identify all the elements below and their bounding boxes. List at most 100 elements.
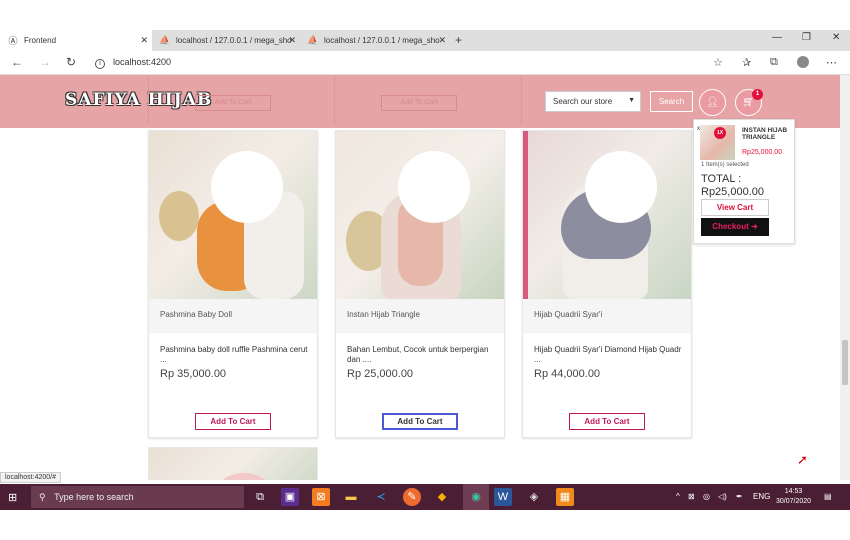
tab-title: Frontend	[24, 36, 57, 45]
collections-icon[interactable]: ⧉	[770, 56, 778, 69]
product-image[interactable]	[149, 131, 317, 299]
close-tab-icon[interactable]: ✕	[438, 35, 446, 46]
windows-start-icon[interactable]: ⊞	[8, 491, 17, 504]
phpmyadmin-icon: ⛵	[307, 35, 319, 45]
product-name[interactable]: Pashmina Baby Doll	[149, 299, 317, 333]
tray-icon[interactable]: ⊠	[688, 492, 695, 501]
minimize-icon[interactable]: —	[772, 32, 782, 43]
search-select[interactable]: Search our store ▼	[545, 91, 641, 112]
new-tab-icon[interactable]: +	[455, 33, 462, 47]
back-icon[interactable]: ←	[11, 55, 23, 69]
pen-icon[interactable]: ✒	[736, 492, 743, 501]
search-select-value: Search our store	[553, 97, 613, 106]
favorite-star-icon[interactable]: ☆	[713, 56, 723, 69]
favorites-icon[interactable]: ✰	[742, 56, 751, 69]
mini-cart-dropdown: x 1X INSTAN HIJAB TRIANGLE Rp25,000.00 1…	[693, 119, 795, 244]
view-cart-button[interactable]: View Cart	[701, 199, 769, 216]
more-menu-icon[interactable]: ⋯	[826, 56, 837, 69]
time: 14:53	[784, 488, 803, 495]
forward-icon[interactable]: →	[39, 55, 51, 69]
total-value: Rp25,000.00	[701, 186, 764, 198]
user-button[interactable]: 👤︎	[699, 89, 726, 116]
app-icon[interactable]: ◆	[433, 488, 451, 506]
profile-avatar[interactable]	[797, 56, 809, 68]
tab-frontend[interactable]: Ⓐ Frontend ✕	[0, 30, 152, 51]
close-tab-icon[interactable]: ✕	[140, 35, 148, 46]
product-price: Rp 44,000.00	[534, 368, 601, 380]
checkout-label: Checkout	[712, 222, 749, 231]
volume-icon[interactable]: ◁)	[718, 492, 727, 501]
arrow-right-circle-icon: ➜	[750, 222, 758, 231]
product-price: Rp 35,000.00	[160, 368, 227, 380]
divider	[521, 75, 522, 125]
app-icon[interactable]: ▦	[556, 488, 574, 506]
taskbar-search-input[interactable]: ⚲ Type here to search	[31, 486, 244, 508]
url-text: localhost:4200	[113, 57, 172, 67]
restore-icon[interactable]: ❐	[802, 32, 811, 43]
site-info-icon[interactable]: i	[95, 59, 105, 69]
xampp-icon[interactable]: ⊠	[312, 488, 330, 506]
cart-item-price: Rp25,000.00	[742, 149, 783, 156]
chevron-down-icon: ▼	[628, 97, 635, 104]
tray-chevron-icon[interactable]: ^	[676, 492, 680, 501]
edge-icon[interactable]: ◉	[467, 488, 485, 506]
file-explorer-icon[interactable]: ▬	[342, 488, 360, 506]
blurred-face	[398, 151, 470, 223]
word-icon[interactable]: W	[494, 488, 512, 506]
total-label: TOTAL :	[701, 173, 742, 185]
tab-phpmyadmin-1[interactable]: ⛵ localhost / 127.0.0.1 / mega_sho ✕	[152, 30, 300, 51]
tab-title: localhost / 127.0.0.1 / mega_sho	[176, 36, 292, 45]
clock[interactable]: 14:53 30/07/2020	[776, 487, 811, 507]
browser-tab-strip: Ⓐ Frontend ✕ ⛵ localhost / 127.0.0.1 / m…	[0, 30, 850, 51]
address-bar: ← → ↻ i localhost:4200 ☆ ✰ ⧉ ⋯	[0, 51, 850, 75]
product-name[interactable]: Hijab Quadrii Syar'i	[523, 299, 691, 333]
items-selected-text: 1 Item(s) selected	[701, 162, 749, 168]
product-image[interactable]	[523, 131, 691, 299]
product-card: Instan Hijab Triangle Bahan Lembut, Coco…	[335, 130, 505, 438]
postman-icon[interactable]: ✎	[403, 488, 421, 506]
refresh-icon[interactable]: ↻	[66, 55, 76, 69]
search-placeholder: Type here to search	[54, 492, 134, 502]
product-description: Pashmina baby doll ruffle Pashmina cerut…	[160, 345, 308, 364]
product-card: Pashmina Baby Doll Pashmina baby doll ru…	[148, 130, 318, 438]
close-tab-icon[interactable]: ✕	[288, 35, 296, 46]
network-icon[interactable]: ◎	[703, 492, 710, 501]
product-description: Hijab Quadrii Syar'i Diamond Hijab Quadr…	[534, 345, 682, 364]
add-to-cart-button-hidden[interactable]: Add To Cart	[381, 95, 457, 111]
search-icon: ⚲	[39, 492, 46, 502]
site-logo[interactable]: SAFIYA HIJAB	[65, 90, 212, 110]
add-to-cart-button[interactable]: Add To Cart	[195, 413, 271, 430]
item-quantity-badge: 1X	[714, 127, 726, 139]
add-to-cart-button[interactable]: Add To Cart	[382, 413, 458, 430]
scrollbar-thumb[interactable]	[842, 340, 848, 385]
blurred-face	[211, 151, 283, 223]
status-url: localhost:4200/#	[0, 472, 61, 483]
url-field[interactable]: i localhost:4200	[95, 57, 171, 69]
checkout-button[interactable]: Checkout ➜	[701, 218, 769, 236]
phpmyadmin-icon: ⛵	[159, 35, 171, 45]
mouse-cursor-icon: ➚	[797, 452, 808, 467]
product-image[interactable]	[336, 131, 504, 299]
product-card-partial	[148, 447, 318, 480]
product-name[interactable]: Instan Hijab Triangle	[336, 299, 504, 333]
tab-title: localhost / 127.0.0.1 / mega_sho	[324, 36, 440, 45]
user-icon: 👤︎	[706, 97, 719, 108]
page-scrollbar[interactable]	[840, 75, 850, 480]
search-button[interactable]: Search	[650, 91, 693, 112]
vscode-icon[interactable]: ≺	[372, 488, 390, 506]
add-to-cart-button[interactable]: Add To Cart	[569, 413, 645, 430]
add-to-cart-button-hidden[interactable]: Add To Cart	[195, 95, 271, 111]
app-icon[interactable]: ◈	[525, 488, 543, 506]
remove-item-icon[interactable]: x	[697, 126, 700, 132]
date: 30/07/2020	[776, 498, 812, 505]
task-view-icon[interactable]: ⧉	[251, 488, 269, 506]
language-indicator[interactable]: ENG	[753, 492, 770, 501]
phpstorm-icon[interactable]: ▣	[281, 488, 299, 506]
blurred-face	[585, 151, 657, 223]
product-price: Rp 25,000.00	[347, 368, 414, 380]
angular-icon: Ⓐ	[8, 36, 18, 46]
notifications-icon[interactable]: ▤	[824, 492, 832, 501]
tab-phpmyadmin-2[interactable]: ⛵ localhost / 127.0.0.1 / mega_sho ✕	[300, 30, 450, 51]
close-window-icon[interactable]: ✕	[832, 32, 840, 43]
divider	[334, 75, 335, 125]
